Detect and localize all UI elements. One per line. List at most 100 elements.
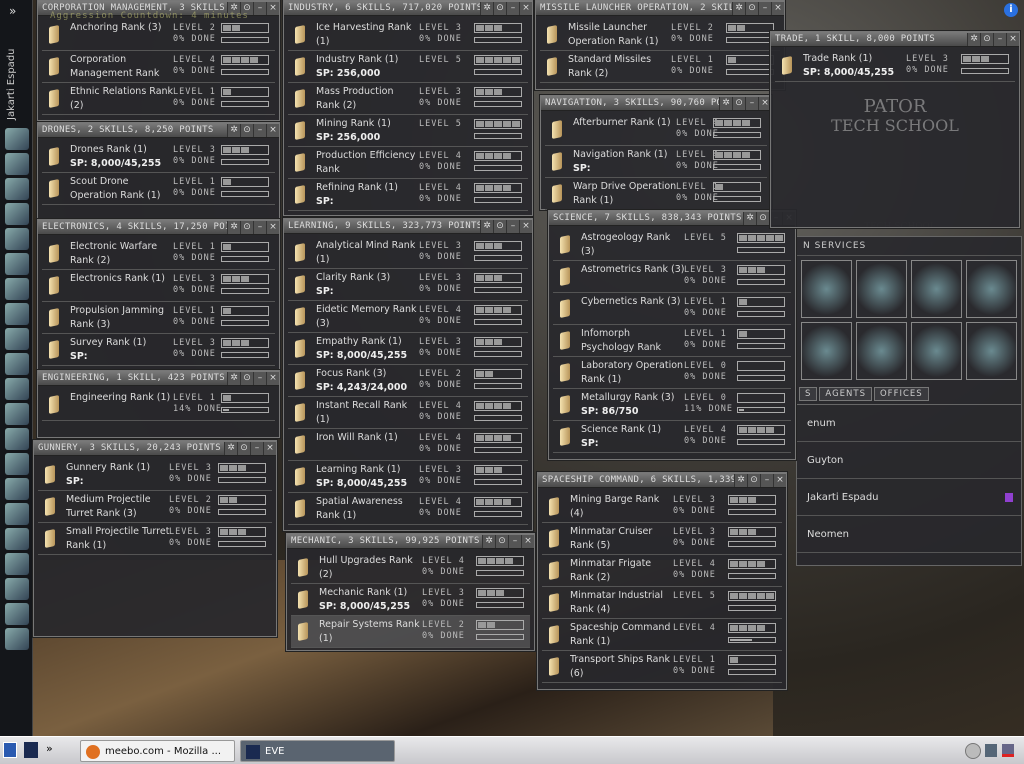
guest-list-item[interactable]: enum [797,405,1021,442]
skill-row[interactable]: Engineering Rank (1) LEVEL 1 14% DONE [42,389,275,421]
character-name[interactable]: Jakarti Espadu [6,30,17,121]
window-header[interactable]: LEARNING, 9 SKILLS, 323,773 POINTS ✲ ⊙ – × [284,219,532,234]
window-header[interactable]: TRADE, 1 SKILL, 8,000 POINTS ✲ ⊙ – × [771,32,1019,47]
settings-button[interactable]: ⊙ [240,371,253,385]
corporation-icon[interactable] [5,328,29,350]
help-question-icon[interactable] [5,553,29,575]
minimize-button[interactable]: – [253,1,266,15]
skill-row[interactable]: Electronics Rank (1) LEVEL 3 0% DONE [42,270,275,302]
eve-quicklaunch-icon[interactable] [24,742,38,758]
skill-row[interactable]: Clarity Rank (3) SP: LEVEL 3 0% DONE [288,269,528,301]
service-button[interactable] [801,260,852,318]
window-header[interactable]: SCIENCE, 7 SKILLS, 838,343 POINTS✲⊙–× [549,211,795,226]
quicklaunch-more[interactable]: » [46,742,53,755]
service-button[interactable] [801,322,852,380]
skill-row[interactable]: Medium Projectile Turret Rank (3) LEVEL … [38,491,272,523]
fitting-icon[interactable] [5,353,29,375]
window-header[interactable]: NAVIGATION, 3 SKILLS, 90,760 POINTS✲⊙–× [541,96,771,111]
skill-row[interactable]: Ice Harvesting Rank (1) LEVEL 3 0% DONE [288,19,528,51]
service-button[interactable] [911,260,962,318]
people-places-icon[interactable] [5,153,29,175]
pin-button[interactable]: ✲ [743,211,756,225]
skill-row[interactable]: Electronic Warfare Rank (2) LEVEL 1 0% DO… [42,238,275,270]
skill-row[interactable]: Astrometrics Rank (3) LEVEL 3 0% DONE [553,261,791,293]
network-icon[interactable] [1002,744,1014,757]
wallet-icon[interactable] [5,503,29,525]
close-button[interactable]: × [266,220,279,234]
help-icon[interactable] [5,453,29,475]
pin-button[interactable]: ✲ [227,123,240,137]
settings-button[interactable]: ⊙ [495,534,508,548]
skill-row[interactable]: Drones Rank (1) SP: 8,000/45,255 LEVEL 30… [42,141,275,173]
skill-row[interactable]: Propulsion Jamming Rank (3) LEVEL 1 0% DO… [42,302,275,334]
skill-row[interactable]: Transport Ships Rank (6) LEVEL 1 0% DONE [542,651,782,683]
close-button[interactable]: × [521,534,534,548]
close-button[interactable]: × [773,473,786,487]
pin-button[interactable]: ✲ [482,534,495,548]
skill-row[interactable]: Mining Barge Rank (4) LEVEL 3 0% DONE [542,491,782,523]
close-button[interactable]: × [266,371,279,385]
close-button[interactable]: × [266,123,279,137]
science-industry-icon[interactable] [5,378,29,400]
service-button[interactable] [856,260,907,318]
minimize-button[interactable]: – [993,32,1006,46]
skill-row[interactable]: Instant Recall Rank (1) LEVEL 4 0% DONE [288,397,528,429]
skill-row[interactable]: Survey Rank (1) SP: LEVEL 3 0% DONE [42,334,275,366]
skill-row[interactable]: Empathy Rank (1) SP: 8,000/45,255 LEVEL 3… [288,333,528,365]
minimize-button[interactable]: – [253,220,266,234]
minimize-button[interactable]: – [758,1,771,15]
skill-row[interactable]: Mass Production Rank (2) LEVEL 3 0% DONE [288,83,528,115]
tab-offices[interactable]: OFFICES [873,387,929,401]
pin-button[interactable]: ✲ [732,1,745,15]
tab-agents[interactable]: AGENTS [819,387,872,401]
window-header[interactable]: DRONES, 2 SKILLS, 8,250 POINTS ✲ ⊙ – × [38,123,279,138]
settings-button[interactable]: ⊙ [756,211,769,225]
skill-row[interactable]: Eidetic Memory Rank (3) LEVEL 4 0% DONE [288,301,528,333]
skill-row[interactable]: Anchoring Rank (3) LEVEL 2 0% DONE [42,19,275,51]
close-button[interactable]: × [519,1,532,15]
settings-button[interactable]: ⊙ [493,219,506,233]
minimize-button[interactable]: – [506,1,519,15]
skill-row[interactable]: Standard Missiles Rank (2) LEVEL 1 0% DON… [540,51,780,83]
guest-list-item[interactable]: Jakarti Espadu [797,479,1021,516]
settings-button[interactable]: ⊙ [980,32,993,46]
taskbar-item-eve[interactable]: EVE [240,740,395,762]
mail-icon[interactable] [5,178,29,200]
pin-button[interactable]: ✲ [719,96,732,110]
window-header[interactable]: SPACESHIP COMMAND, 6 SKILLS, 1,339 ✲ ⊙ – × [538,473,786,488]
tray-expand-icon[interactable] [965,743,981,759]
skill-row[interactable]: Minmatar Frigate Rank (2) LEVEL 4 0% DONE [542,555,782,587]
pin-button[interactable]: ✲ [227,220,240,234]
skill-row[interactable]: Minmatar Cruiser Rank (5) LEVEL 3 0% DONE [542,523,782,555]
settings-button[interactable]: ⊙ [493,1,506,15]
character-sheet-icon[interactable] [5,128,29,150]
guest-list-item[interactable]: Neomen [797,516,1021,553]
portrait-icon[interactable] [5,578,29,600]
pin-button[interactable]: ✲ [227,371,240,385]
skill-row[interactable]: Small Projectile Turret Rank (1) LEVEL 3… [38,523,272,555]
skill-row[interactable]: Mechanic Rank (1) SP: 8,000/45,255 LEVEL … [291,584,530,616]
browser-icon[interactable] [5,478,29,500]
minimize-button[interactable]: – [760,473,773,487]
pin-button[interactable]: ✲ [734,473,747,487]
window-header[interactable]: MISSILE LAUNCHER OPERATION, 2 SKILL ✲ ⊙ – × [536,1,784,16]
service-button[interactable] [966,260,1017,318]
scanner-icon[interactable] [5,628,29,650]
skill-row[interactable]: Corporation Management Rank LEVEL 4 0% DO… [42,51,275,83]
service-button[interactable] [966,322,1017,380]
info-icon[interactable]: i [1004,3,1018,17]
skill-row[interactable]: Scout Drone Operation Rank (1) LEVEL 1 0%… [42,173,275,205]
skill-row[interactable]: Learning Rank (1) SP: 8,000/45,255 LEVEL … [288,461,528,493]
skill-row[interactable]: Ethnic Relations Rank (2) LEVEL 1 0% DONE [42,83,275,115]
skill-row[interactable]: Iron Will Rank (1) LEVEL 4 0% DONE [288,429,528,461]
minimize-button[interactable]: – [745,96,758,110]
pin-button[interactable]: ✲ [224,441,237,455]
skill-row[interactable]: Laboratory Operation Rank (1) LEVEL 0 0% … [553,357,791,389]
skill-row[interactable]: Afterburner Rank (1) LEVEL 4 0% DONE [545,114,767,146]
settings-button[interactable]: ⊙ [732,96,745,110]
minimize-button[interactable]: – [508,534,521,548]
skill-row[interactable]: Infomorph Psychology Rank LEVEL 1 0% DONE [553,325,791,357]
skill-row[interactable]: Gunnery Rank (1) SP: LEVEL 3 0% DONE [38,459,272,491]
minimize-button[interactable]: – [253,123,266,137]
skill-row[interactable]: Metallurgy Rank (3) SP: 86/750 LEVEL 0 11%… [553,389,791,421]
